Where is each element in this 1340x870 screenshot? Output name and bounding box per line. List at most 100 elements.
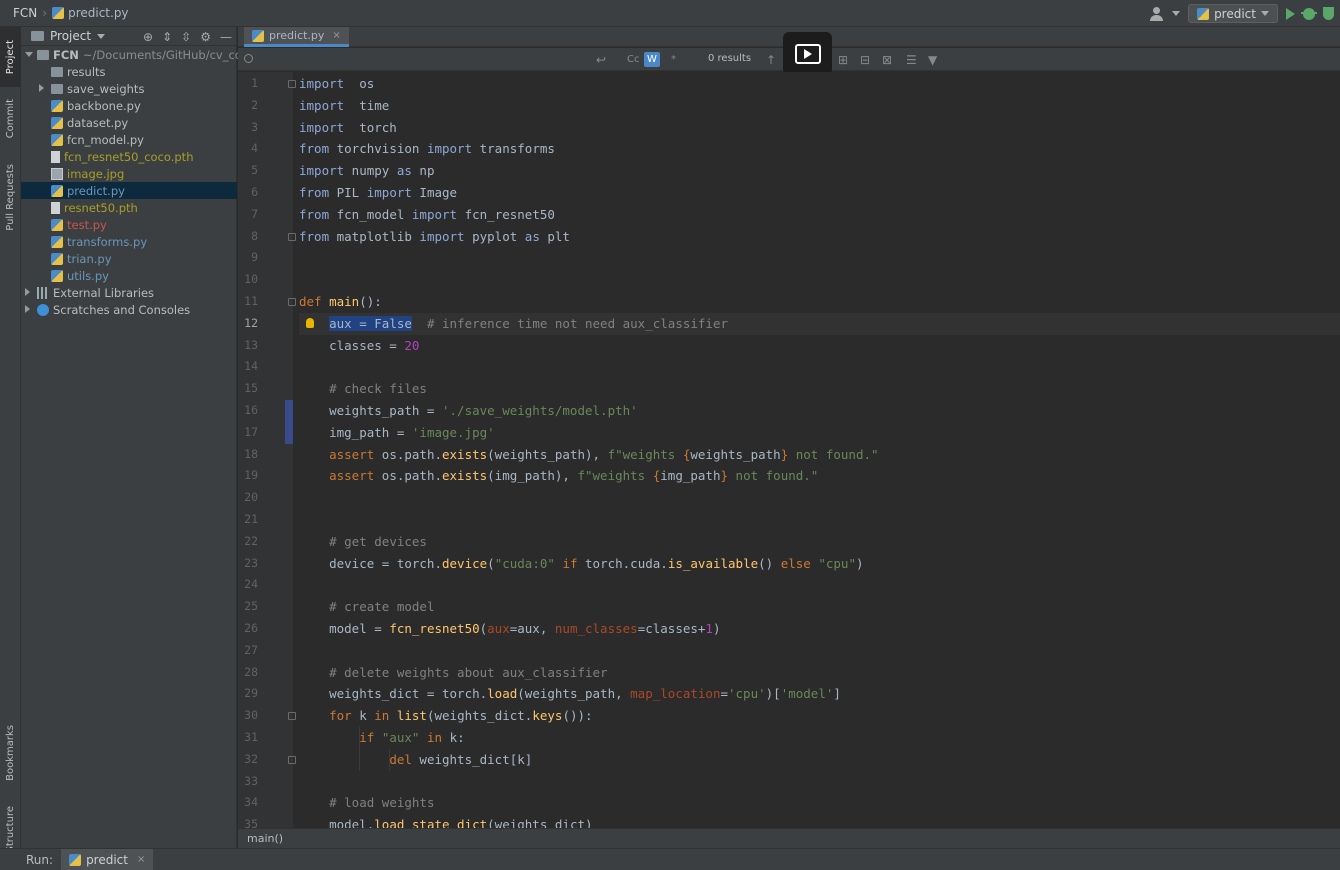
tree-item-image-jpg[interactable]: image.jpg	[21, 165, 237, 182]
code-line[interactable]: import numpy as np	[299, 160, 1340, 182]
code-line[interactable]: for k in list(weights_dict.keys()):	[299, 705, 1340, 727]
code-line[interactable]: from PIL import Image	[299, 182, 1340, 204]
code-line[interactable]: # load weights	[299, 792, 1340, 814]
tool-tab-commit[interactable]: Commit	[0, 90, 21, 148]
debug-icon[interactable]	[1301, 7, 1317, 20]
tree-item-external-libraries[interactable]: External Libraries	[21, 284, 237, 301]
code-editor[interactable]: 1 2 3 4 5 6 7 8 9 10 11 12 13 14 15 16 17 18 19 20 21 22 23 24 2…	[238, 72, 1340, 828]
tree-item-results[interactable]: results	[21, 63, 237, 80]
tool-tab-bookmarks[interactable]: Bookmarks	[0, 717, 21, 789]
project-view-select[interactable]: Project	[50, 29, 91, 43]
code-breadcrumb[interactable]: main()	[247, 832, 283, 845]
breadcrumb-project[interactable]: FCN	[13, 6, 37, 20]
code-line[interactable]: from fcn_model import fcn_resnet50	[299, 204, 1340, 226]
fold-marker-icon[interactable]	[288, 755, 296, 764]
code-line[interactable]	[299, 509, 1340, 531]
tree-item-trian-py[interactable]: trian.py	[21, 250, 237, 267]
tree-item-transforms-py[interactable]: transforms.py	[21, 233, 237, 250]
collapse-all-icon[interactable]: ⇳	[181, 30, 191, 44]
code-line[interactable]: del weights_dict[k]	[299, 749, 1340, 771]
code-line[interactable]: if "aux" in k:	[299, 727, 1340, 749]
code-line[interactable]: import os	[299, 73, 1340, 95]
code-line[interactable]: assert os.path.exists(img_path), f"weigh…	[299, 465, 1340, 487]
close-icon[interactable]: ×	[332, 30, 340, 41]
tree-item-utils-py[interactable]: utils.py	[21, 267, 237, 284]
code-line[interactable]: model = fcn_resnet50(aux=aux, num_classe…	[299, 618, 1340, 640]
gear-icon[interactable]: ⚙	[200, 30, 211, 44]
run-tab-predict[interactable]: predict ×	[61, 848, 154, 870]
tree-item-dataset-py[interactable]: dataset.py	[21, 114, 237, 131]
code-line[interactable]: import torch	[299, 117, 1340, 139]
code-line[interactable]	[299, 574, 1340, 596]
tool-tab-pull-requests[interactable]: Pull Requests	[0, 155, 21, 239]
chevron-down-icon[interactable]	[25, 52, 33, 57]
code-line[interactable]: # create model	[299, 596, 1340, 618]
code-line[interactable]: from matplotlib import pyplot as plt	[299, 226, 1340, 248]
hide-panel-icon[interactable]: —	[220, 30, 232, 44]
code-line[interactable]: model.load_state_dict(weights_dict)	[299, 814, 1340, 828]
fold-marker-icon[interactable]	[288, 712, 296, 721]
chevron-down-icon[interactable]	[1172, 11, 1181, 16]
code-line[interactable]: weights_dict = torch.load(weights_path, …	[299, 683, 1340, 705]
screen-record-button[interactable]	[783, 32, 832, 75]
code-line[interactable]	[299, 356, 1340, 378]
run-icon[interactable]	[1286, 7, 1295, 20]
lightbulb-icon[interactable]	[306, 317, 314, 328]
chevron-right-icon[interactable]	[25, 288, 30, 296]
chevron-right-icon[interactable]	[25, 305, 30, 313]
coverage-icon[interactable]	[1323, 7, 1334, 20]
code-line[interactable]: # get devices	[299, 531, 1340, 553]
user-icon[interactable]	[1150, 6, 1164, 21]
tree-item-save-weights[interactable]: save_weights	[21, 80, 237, 97]
locate-icon[interactable]: ⊕	[143, 30, 153, 44]
code-line[interactable]: classes = 20	[299, 335, 1340, 357]
vcs-change-marker[interactable]	[285, 400, 293, 444]
regex-toggle[interactable]: *	[668, 52, 679, 67]
code-line[interactable]	[299, 487, 1340, 509]
code-line[interactable]	[299, 247, 1340, 269]
expand-all-icon[interactable]: ⇕	[162, 30, 172, 44]
code-line[interactable]: from torchvision import transforms	[299, 138, 1340, 160]
search-icon[interactable]	[244, 54, 253, 63]
close-icon[interactable]: ×	[137, 854, 145, 865]
tree-item-resnet50-pth[interactable]: resnet50.pth	[21, 199, 237, 216]
tree-item-fcn-model-py[interactable]: fcn_model.py	[21, 131, 237, 148]
chevron-down-icon[interactable]	[97, 33, 106, 39]
tree-item-predict-py[interactable]: predict.py	[21, 182, 237, 199]
code-line[interactable]	[299, 771, 1340, 793]
code-line[interactable]	[299, 640, 1340, 662]
tab-predict-py[interactable]: predict.py ×	[244, 27, 349, 47]
code-line[interactable]	[299, 269, 1340, 291]
code-line[interactable]: # check files	[299, 378, 1340, 400]
code-line[interactable]: # delete weights about aux_classifier	[299, 662, 1340, 684]
code-line[interactable]: aux = False # inference time not need au…	[299, 312, 1340, 335]
code-line[interactable]: device = torch.device("cuda:0" if torch.…	[299, 553, 1340, 575]
whole-words-toggle[interactable]: W	[644, 52, 660, 67]
new-line-icon[interactable]: ↩	[596, 53, 606, 67]
fold-marker-icon[interactable]	[288, 298, 296, 306]
fold-marker-icon[interactable]	[288, 80, 296, 88]
tree-item-fcn[interactable]: FCN ~/Documents/GitHub/cv_collec	[21, 46, 262, 63]
breadcrumb-file[interactable]: predict.py	[52, 6, 129, 20]
filter-icon[interactable]: ▼	[928, 53, 937, 67]
match-case-toggle[interactable]: Cc	[624, 52, 642, 67]
add-selection-icon[interactable]: ⊞	[838, 53, 848, 67]
search-input[interactable]	[258, 51, 588, 68]
code-line[interactable]: assert os.path.exists(weights_path), f"w…	[299, 444, 1340, 466]
code-line[interactable]: def main():	[299, 291, 1340, 313]
tree-item-scratches-and-consoles[interactable]: Scratches and Consoles	[21, 301, 237, 318]
tree-item-fcn-resnet50-coco-pth[interactable]: fcn_resnet50_coco.pth	[21, 148, 237, 165]
code-line[interactable]: weights_path = './save_weights/model.pth…	[299, 400, 1340, 422]
tree-item-backbone-py[interactable]: backbone.py	[21, 97, 237, 114]
run-configuration-select[interactable]: predict	[1188, 4, 1278, 23]
remove-selection-icon[interactable]: ⊟	[860, 53, 870, 67]
fold-marker-icon[interactable]	[288, 232, 296, 241]
tree-item-test-py[interactable]: test.py	[21, 216, 237, 233]
filter-search-icon[interactable]: ☰	[906, 53, 917, 67]
tool-tab-project[interactable]: Project	[0, 27, 21, 87]
previous-occurrence-icon[interactable]: ↑	[766, 53, 776, 67]
code-line[interactable]: img_path = 'image.jpg'	[299, 422, 1340, 444]
select-all-occurrences-icon[interactable]: ⊠	[882, 53, 892, 67]
chevron-right-icon[interactable]	[39, 84, 44, 92]
code-line[interactable]: import time	[299, 95, 1340, 117]
